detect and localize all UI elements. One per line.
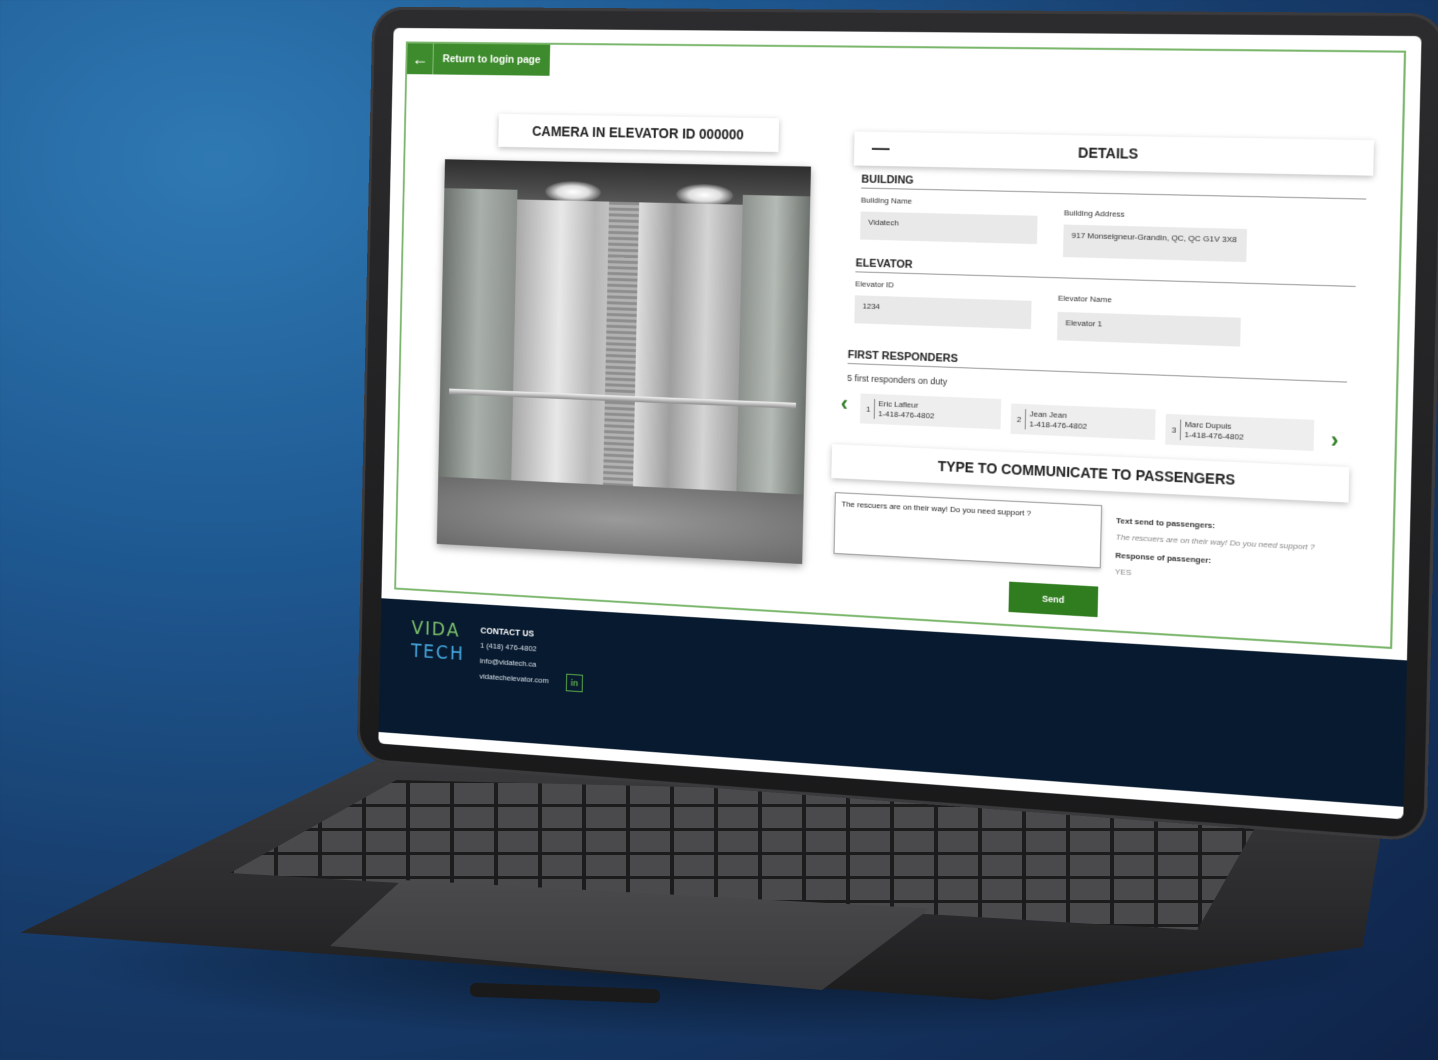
logo-bottom: TECH <box>410 640 465 665</box>
responders-summary: 5 first responders on duty <box>847 372 948 387</box>
arrow-left-icon: ← <box>407 43 434 75</box>
responder-phone: 1-418-476-4802 <box>1184 430 1244 442</box>
contact-email[interactable]: info@vidatech.ca <box>480 656 537 668</box>
elevator-camera-feed <box>436 159 811 565</box>
communicate-header: TYPE TO COMMUNICATE TO PASSENGERS <box>831 444 1350 503</box>
app-frame: ← Return to login page CAMERA IN ELEVATO… <box>394 41 1407 650</box>
responder-phone: 1-418-476-4802 <box>878 409 935 421</box>
send-button[interactable]: Send <box>1008 581 1099 618</box>
responder-card[interactable]: 1 Eric Lafleur 1-418-476-4802 <box>859 393 1002 430</box>
responder-card[interactable]: 3 Marc Dupuis 1-418-476-4802 <box>1165 413 1315 452</box>
responder-name: Marc Dupuis <box>1184 419 1232 431</box>
responder-name: Eric Lafleur <box>878 399 919 410</box>
response-value: YES <box>1114 567 1132 578</box>
responder-info: Marc Dupuis 1-418-476-4802 <box>1180 419 1245 443</box>
return-to-login-button[interactable]: ← Return to login page <box>407 43 551 76</box>
camera-left-wall <box>437 188 518 510</box>
elevator-name-field: Elevator 1 <box>1057 311 1241 347</box>
responder-phone: 1-418-476-4802 <box>1029 419 1088 431</box>
logo-top: VIDA <box>411 617 461 642</box>
responder-number: 2 <box>1016 414 1022 424</box>
linkedin-icon[interactable]: in <box>565 673 583 693</box>
chevron-right-icon[interactable]: › <box>1330 427 1338 454</box>
camera-title: CAMERA IN ELEVATOR ID 000000 <box>498 113 780 153</box>
responder-info: Jean Jean 1-418-476-4802 <box>1025 409 1088 433</box>
responder-number: 1 <box>865 404 871 414</box>
elevator-name-label: Elevator Name <box>1057 293 1112 305</box>
elevator-id-label: Elevator ID <box>855 279 895 290</box>
sent-text-value: The rescuers are on their way! Do you ne… <box>1115 532 1315 552</box>
building-name-label: Building Name <box>860 195 913 206</box>
chevron-left-icon[interactable]: ‹ <box>840 391 849 417</box>
elevator-heading: ELEVATOR <box>855 257 1357 287</box>
details-header: — DETAILS <box>853 131 1375 176</box>
response-label: Response of passenger: <box>1115 550 1212 566</box>
contact-phone[interactable]: 1 (418) 476-4802 <box>480 641 537 653</box>
details-title: DETAILS <box>1077 144 1139 162</box>
camera-center-panel <box>603 201 640 487</box>
return-to-login-label: Return to login page <box>442 53 541 67</box>
building-name-field: Vidatech <box>860 211 1038 245</box>
building-heading: BUILDING <box>861 173 1367 200</box>
responder-card[interactable]: 2 Jean Jean 1-418-476-4802 <box>1010 403 1156 441</box>
laptop-screen: ← Return to login page CAMERA IN ELEVATO… <box>378 27 1422 820</box>
camera-right-wall <box>735 194 811 525</box>
building-address-field: 917 Monseigneur-Grandin, QC, QC G1V 3X8 <box>1062 224 1248 263</box>
laptop-lid: ← Return to login page CAMERA IN ELEVATO… <box>356 6 1438 843</box>
vidatech-logo: VIDA TECH <box>411 615 467 674</box>
sent-text-label: Text send to passengers: <box>1115 516 1216 531</box>
responder-name: Jean Jean <box>1029 409 1067 420</box>
responder-info: Eric Lafleur 1-418-476-4802 <box>874 398 935 422</box>
message-input[interactable]: The rescuers are on their way! Do you ne… <box>833 492 1103 569</box>
building-address-label: Building Address <box>1063 208 1125 219</box>
contact-website[interactable]: vidatechelevator.com <box>479 672 548 685</box>
contact-title: CONTACT US <box>480 625 535 639</box>
responder-number: 3 <box>1171 424 1177 435</box>
elevator-id-field: 1234 <box>854 295 1032 330</box>
